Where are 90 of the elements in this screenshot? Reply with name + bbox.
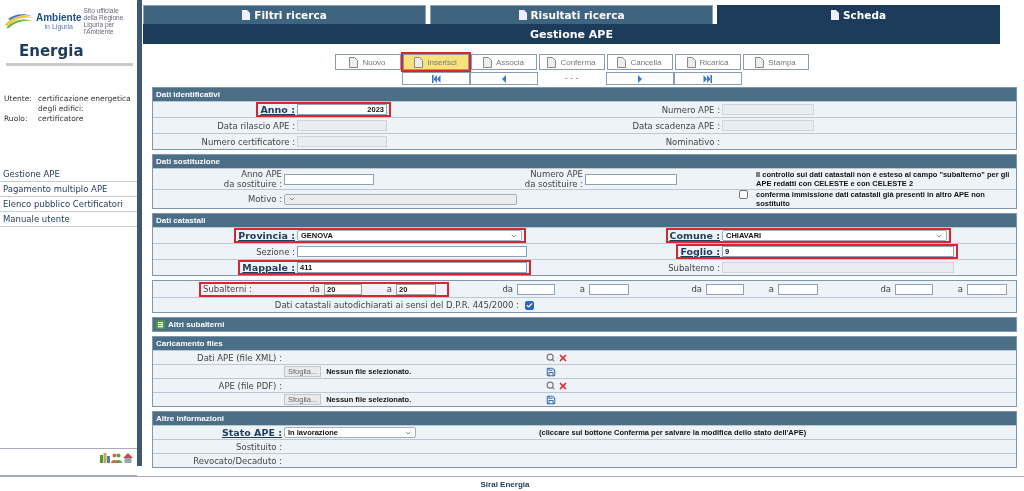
field-label: Revocato/Decaduto : [192, 455, 283, 466]
document-icon [617, 56, 627, 68]
checkbox[interactable] [525, 300, 534, 310]
field-label: Provincia : [238, 230, 295, 241]
delete-icon[interactable] [558, 380, 568, 391]
input-field[interactable] [895, 283, 933, 295]
document-icon [483, 56, 492, 68]
section-title: Dati sostituzione [153, 155, 1016, 168]
field-label: Dati APE (file XML) : [196, 352, 283, 363]
delete-icon[interactable] [558, 352, 568, 363]
app-name: Energia [18, 41, 85, 62]
tab[interactable]: Filtri ricerca [143, 5, 426, 24]
input-field[interactable] [585, 173, 677, 185]
field-label: Nominativo : [665, 136, 720, 147]
field-label: Subalterni : [203, 284, 253, 294]
section-title: Dati identificativi [153, 88, 1016, 101]
range-label: da [501, 284, 514, 294]
footer-text: Siral Energia [480, 479, 530, 489]
toolbar-button[interactable]: Ricarica [674, 54, 741, 70]
field-label: APE (file PDF) : [217, 380, 283, 391]
logo-text: Ambiente [36, 11, 82, 23]
field-label: Mappale : [242, 262, 295, 273]
previous-button[interactable] [469, 72, 538, 85]
input-field[interactable] [517, 283, 555, 295]
tab[interactable]: Scheda [717, 5, 1000, 24]
field-label: Data scadenza APE : [632, 120, 720, 131]
books-icon [100, 453, 110, 463]
caret-icon [288, 195, 296, 203]
range-label: da [879, 284, 892, 294]
toolbar-button[interactable]: Conferma [538, 54, 605, 70]
logo-swoosh-icon [4, 13, 34, 29]
document-icon [349, 56, 359, 68]
field-label: Motivo : [246, 194, 283, 204]
range-label: a [578, 284, 586, 294]
section-title: Altre informazioni [153, 412, 1016, 425]
people-icon [111, 453, 122, 463]
document-icon [518, 10, 527, 20]
document-icon [831, 10, 839, 20]
last-button[interactable] [673, 72, 742, 85]
input-field[interactable] [589, 283, 629, 295]
list-icon [156, 320, 165, 329]
tab[interactable]: Risultati ricerca [430, 5, 713, 24]
document-icon [414, 56, 424, 68]
document-icon [686, 56, 696, 68]
toolbar-button[interactable]: Cancella [606, 54, 673, 70]
search-icon[interactable] [546, 353, 555, 362]
range-label: da [690, 284, 703, 294]
section-title: Caricamento files [153, 337, 1016, 350]
document-icon [755, 56, 765, 68]
field-label: Anno : [260, 104, 295, 115]
range-label: a [385, 284, 393, 294]
house-icon [123, 453, 133, 463]
field-label: Comune : [669, 230, 720, 241]
field-label: Anno APE da sostituire : [222, 169, 283, 189]
input-field[interactable] [706, 283, 744, 295]
section-title: Dati catastali [153, 214, 1016, 227]
range-label: da [308, 284, 321, 294]
record-status: - - - [563, 74, 580, 83]
section-title: Altri subalterni [168, 320, 225, 329]
field-label: Foglio : [680, 246, 720, 257]
toolbar-button[interactable]: Associa [470, 54, 537, 70]
page-title: Gestione APE [143, 24, 1000, 44]
save-icon[interactable] [546, 394, 556, 405]
range-label: a [956, 284, 964, 294]
input-field[interactable] [284, 173, 374, 185]
toolbar-button[interactable]: Inserisci [402, 54, 469, 70]
first-button[interactable] [401, 72, 470, 85]
field-label: Data rilascio APE : [217, 120, 295, 131]
toolbar-button[interactable]: Stampa [742, 54, 809, 70]
field-label: Subalterno : [668, 262, 720, 273]
toolbar-button[interactable]: Nuovo [334, 54, 401, 70]
first-icon [430, 73, 441, 84]
input-field[interactable] [297, 246, 527, 257]
field-label: Numero APE : [661, 104, 720, 115]
search-icon[interactable] [546, 381, 555, 390]
field-label: Sezione : [256, 246, 295, 257]
field-label: Numero certificatore : [201, 136, 295, 147]
save-icon[interactable] [546, 366, 556, 377]
field-label: Dati catastali autodichiarati ai sensi del D.P.R. 445/2000 : [273, 300, 520, 310]
last-icon [702, 73, 713, 84]
field-label: Numero APE da sostituire : [523, 169, 584, 189]
next-button[interactable] [605, 72, 674, 85]
checkbox[interactable] [739, 190, 748, 199]
field-label: Stato APE : [220, 427, 283, 438]
input-field[interactable] [967, 283, 1007, 295]
document-icon [242, 10, 251, 20]
document-icon [547, 56, 557, 68]
input-field[interactable] [778, 283, 818, 295]
field-label: Sostituito : [235, 441, 283, 452]
range-label: a [767, 284, 775, 294]
